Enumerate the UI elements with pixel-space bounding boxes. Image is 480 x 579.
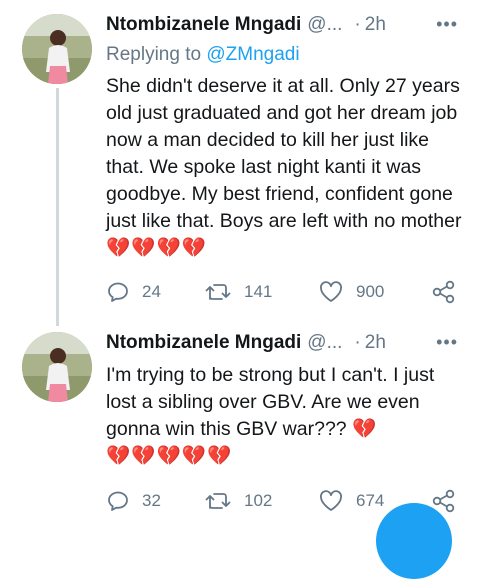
- compose-tweet-button[interactable]: [376, 503, 452, 579]
- replying-to: Replying to @ZMngadi: [106, 44, 300, 66]
- avatar[interactable]: [22, 332, 92, 402]
- more-icon[interactable]: •••: [436, 14, 458, 35]
- tweet-text-content: She didn't deserve it at all. Only 27 ye…: [106, 75, 462, 232]
- like-count: 674: [356, 491, 385, 510]
- share-icon: [431, 279, 457, 305]
- tweet-header: Ntombizanele Mngadi @... · 2h •••: [106, 14, 480, 40]
- reply-count: 32: [142, 491, 161, 510]
- retweet-count: 102: [244, 491, 273, 510]
- tweet-actions: 24 141 900: [106, 277, 466, 307]
- reply-button[interactable]: 24: [106, 277, 161, 307]
- avatar[interactable]: [22, 14, 92, 84]
- broken-heart-emojis: 💔💔💔💔💔: [106, 445, 233, 467]
- separator-dot: ·: [354, 332, 361, 353]
- like-button[interactable]: 674: [318, 486, 384, 516]
- share-button[interactable]: [431, 277, 457, 307]
- more-icon[interactable]: •••: [436, 332, 458, 353]
- reply-icon: [106, 280, 130, 304]
- tweet-header: Ntombizanele Mngadi @... · 2h •••: [106, 332, 480, 358]
- separator-dot: ·: [354, 14, 361, 35]
- tweet-text: She didn't deserve it at all. Only 27 ye…: [106, 73, 466, 262]
- thread-line: [56, 88, 59, 326]
- display-name[interactable]: Ntombizanele Mngadi: [106, 14, 301, 35]
- timestamp[interactable]: 2h: [365, 332, 386, 353]
- tweet-text: I'm trying to be strong but I can't. I j…: [106, 362, 466, 470]
- replying-label: Replying to: [106, 44, 202, 65]
- user-handle[interactable]: @...: [307, 332, 342, 353]
- user-handle[interactable]: @...: [307, 14, 342, 35]
- reply-icon: [106, 489, 130, 513]
- retweet-button[interactable]: 141: [204, 277, 272, 307]
- like-icon: [318, 489, 344, 513]
- retweet-button[interactable]: 102: [204, 486, 272, 516]
- display-name[interactable]: Ntombizanele Mngadi: [106, 332, 301, 353]
- tweet-2[interactable]: Ntombizanele Mngadi @... · 2h ••• I'm tryin…: [0, 318, 480, 526]
- tweet-1[interactable]: Ntombizanele Mngadi @... · 2h ••• Replying …: [0, 0, 480, 326]
- reply-count: 24: [142, 282, 161, 301]
- retweet-icon: [204, 280, 232, 304]
- mention-link[interactable]: @ZMngadi: [206, 44, 299, 65]
- reply-button[interactable]: 32: [106, 486, 161, 516]
- like-button[interactable]: 900: [318, 277, 384, 307]
- broken-heart-emoji: 💔: [352, 418, 378, 440]
- like-count: 900: [356, 282, 385, 301]
- retweet-icon: [204, 489, 232, 513]
- timestamp[interactable]: 2h: [365, 14, 386, 35]
- like-icon: [318, 280, 344, 304]
- retweet-count: 141: [244, 282, 273, 301]
- tweet-text-content: I'm trying to be strong but I can't. I j…: [106, 364, 435, 440]
- broken-heart-emojis: 💔💔💔💔: [106, 237, 208, 259]
